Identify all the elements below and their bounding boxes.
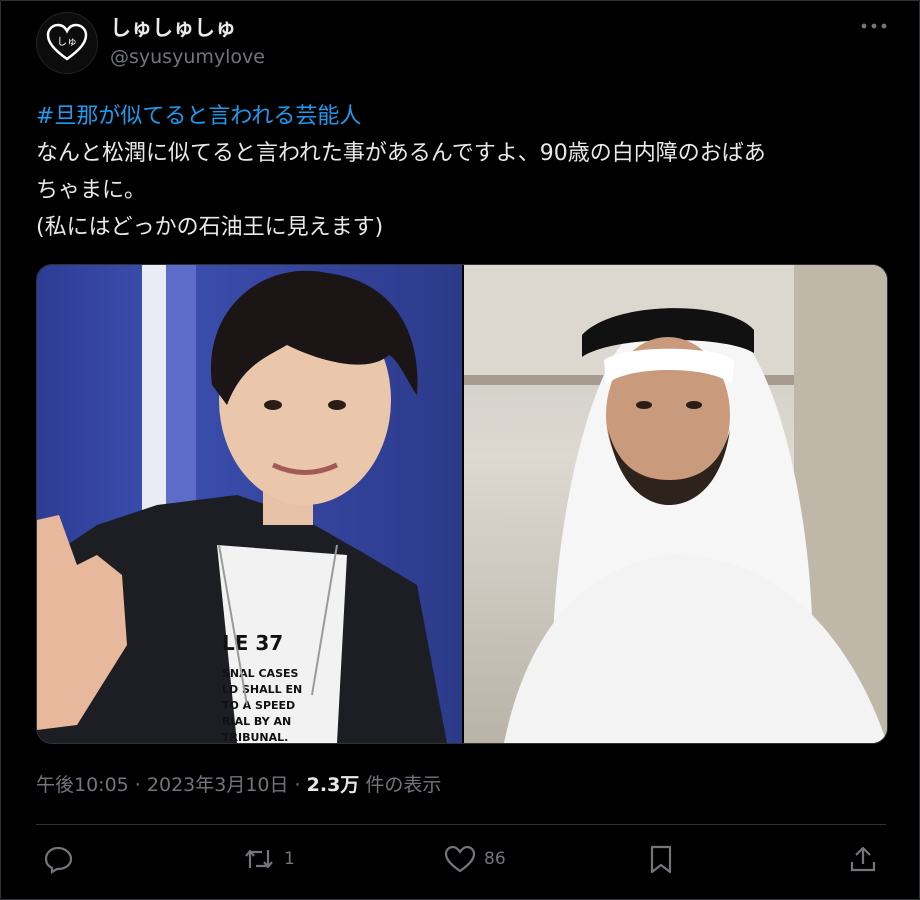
share-icon (850, 846, 876, 872)
shirt-text-line: LE 37 (222, 631, 283, 655)
heart-icon: しゅ (46, 23, 88, 61)
retweet-icon (245, 849, 273, 869)
tweet-text-line: (私にはどっかの石油王に見えます) (36, 215, 384, 240)
retweet-count: 1 (284, 849, 295, 869)
share-button[interactable] (848, 844, 878, 874)
hashtag-link[interactable]: #旦那が似てると言われる芸能人 (36, 98, 886, 135)
reply-button[interactable] (44, 844, 74, 874)
tweet-date[interactable]: 2023年3月10日 (147, 774, 289, 796)
bookmark-button[interactable] (648, 844, 674, 874)
shirt-text-line: RIAL BY AN (222, 715, 291, 728)
shirt-text-line: TO A SPEED (222, 699, 295, 712)
media-photo-left[interactable]: LE 37 SNAL CASES LD SHALL EN TO A SPEED … (37, 265, 462, 743)
divider (36, 824, 886, 825)
shirt-text-line: SNAL CASES (222, 667, 299, 680)
reply-icon (44, 846, 73, 874)
tweet-meta: 午後10:05 · 2023年3月10日 · 2.3万 件の表示 (36, 770, 441, 797)
view-count: 2.3万 (306, 774, 360, 796)
more-dots-icon (861, 23, 887, 29)
view-count-label: 件の表示 (359, 774, 442, 796)
meta-separator: · (128, 774, 147, 796)
photo-man-waving: LE 37 SNAL CASES LD SHALL EN TO A SPEED … (37, 265, 447, 743)
tweet-text-line: ちゃまに。 (36, 178, 147, 203)
photo-man-headdress (464, 265, 887, 743)
action-bar: 1 86 (36, 836, 886, 886)
shirt-text-line: LD SHALL EN (222, 683, 302, 696)
tweet-text: #旦那が似てると言われる芸能人 なんと松潤に似てると言われた事があるんですよ、9… (36, 98, 886, 246)
avatar-text: しゅ (57, 36, 77, 48)
meta-separator: · (288, 774, 307, 796)
media-photo-right[interactable] (464, 265, 887, 743)
like-count: 86 (484, 849, 506, 869)
display-name[interactable]: しゅしゅしゅ (110, 12, 236, 42)
tweet-time[interactable]: 午後10:05 (36, 774, 129, 796)
user-handle[interactable]: @syusyumylove (110, 46, 265, 68)
retweet-button[interactable]: 1 (242, 844, 295, 874)
shirt-text-line: TRIBUNAL. (222, 731, 288, 743)
avatar[interactable]: しゅ (36, 12, 98, 74)
tweet-media[interactable]: LE 37 SNAL CASES LD SHALL EN TO A SPEED … (36, 264, 888, 744)
more-options-button[interactable] (856, 14, 892, 38)
like-button[interactable]: 86 (444, 844, 506, 874)
heart-outline-icon (444, 845, 476, 873)
tweet-text-line: なんと松潤に似てると言われた事があるんですよ、90歳の白内障のおばあ (36, 141, 766, 166)
bookmark-icon (650, 845, 672, 874)
